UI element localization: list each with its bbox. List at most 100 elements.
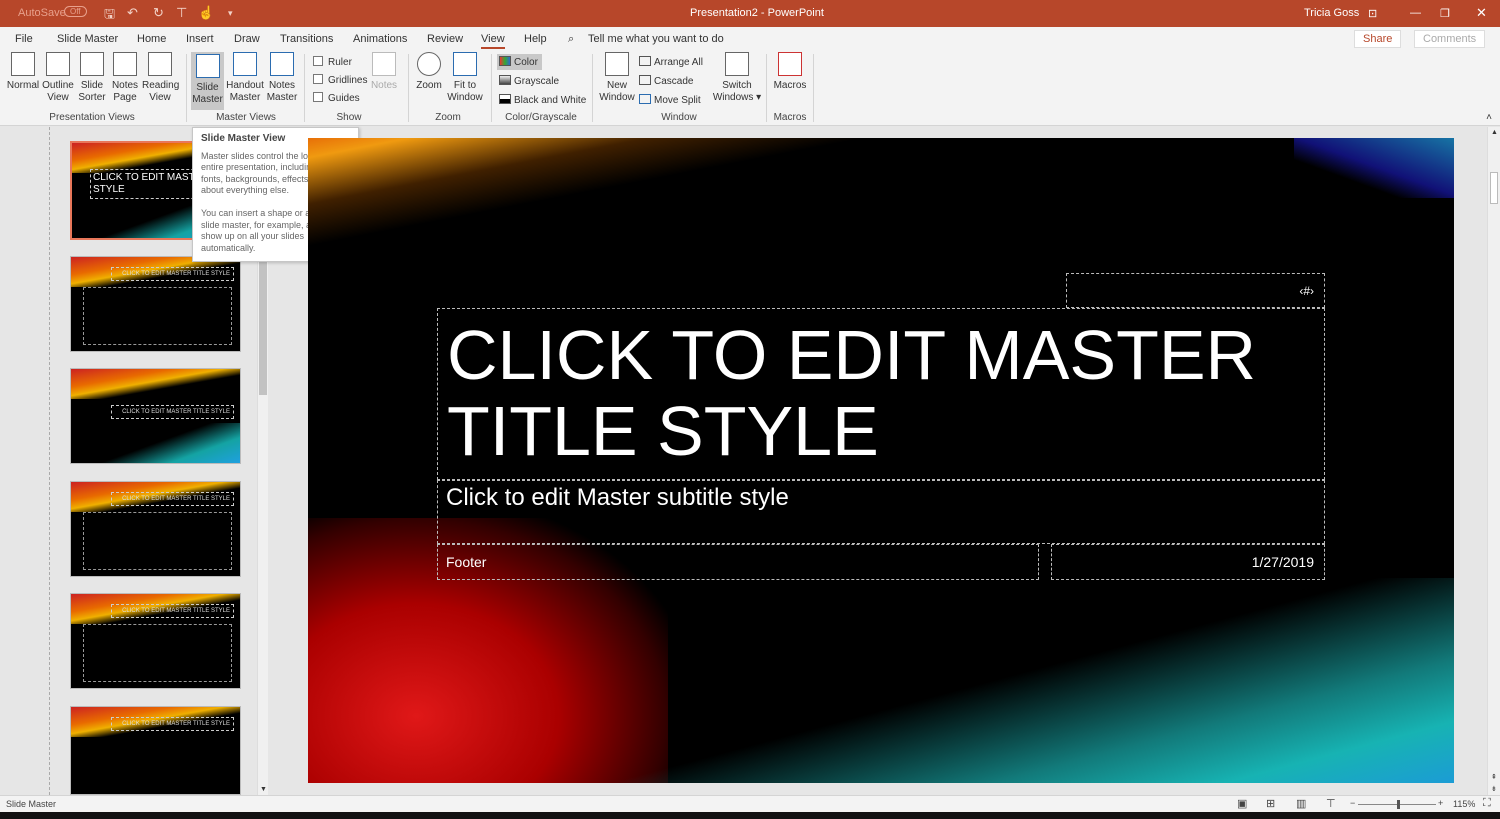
date-placeholder[interactable]: 1/27/2019 bbox=[1051, 544, 1325, 580]
tab-file[interactable]: File bbox=[15, 33, 33, 45]
color-button[interactable]: Color bbox=[497, 54, 542, 70]
label: Move Split bbox=[654, 95, 701, 106]
label: Normal bbox=[6, 80, 40, 91]
switch-windows-icon bbox=[725, 52, 749, 76]
zoom-slider-thumb[interactable] bbox=[1397, 800, 1400, 809]
arrange-all-button[interactable]: Arrange All bbox=[639, 56, 703, 68]
notes-button[interactable]: Notes bbox=[370, 50, 398, 92]
tab-help[interactable]: Help bbox=[524, 33, 547, 45]
user-name[interactable]: Tricia Goss bbox=[1304, 7, 1359, 19]
macros-button[interactable]: Macros bbox=[772, 50, 808, 92]
grayscale-icon bbox=[499, 75, 511, 85]
outline-view-button[interactable]: Outline View bbox=[42, 50, 74, 104]
subtitle-placeholder[interactable]: Click to edit Master subtitle style bbox=[437, 480, 1325, 544]
scroll-down-icon[interactable]: ▼ bbox=[260, 786, 267, 793]
normal-view-icon[interactable]: ▣ bbox=[1237, 797, 1247, 810]
autosave-toggle[interactable]: Off bbox=[64, 6, 87, 17]
cascade-icon bbox=[639, 75, 651, 85]
redo-icon[interactable]: ↻ bbox=[153, 5, 164, 21]
thumb-title: CLICK TO EDIT MASTER TITLE STYLE bbox=[111, 267, 234, 281]
divider bbox=[766, 54, 767, 122]
layout-thumbnail[interactable]: CLICK TO EDIT MASTER TITLE STYLE bbox=[70, 256, 241, 352]
thumb-title: CLICK TO EDIT MASTER TITLE STYLE bbox=[111, 492, 234, 506]
tab-home[interactable]: Home bbox=[137, 33, 166, 45]
black-and-white-button[interactable]: Black and White bbox=[499, 94, 586, 106]
divider bbox=[491, 54, 492, 122]
zoom-button[interactable]: Zoom bbox=[414, 50, 444, 92]
color-icon bbox=[499, 56, 511, 66]
zoom-in-button[interactable]: + bbox=[1438, 798, 1443, 808]
layout-thumbnail[interactable]: CLICK TO EDIT MASTER TITLE STYLE bbox=[70, 368, 241, 464]
slideshow-icon[interactable]: ⊤ bbox=[1326, 797, 1336, 810]
present-icon[interactable]: ⊤ bbox=[176, 5, 187, 21]
tab-slide-master[interactable]: Slide Master bbox=[57, 33, 118, 45]
collapse-ribbon-icon[interactable]: ˄ bbox=[1486, 112, 1492, 123]
main-scrollbar[interactable]: ▲ ⇞ ⇟ bbox=[1487, 127, 1500, 795]
grayscale-button[interactable]: Grayscale bbox=[499, 75, 559, 87]
undo-icon[interactable]: ↶ bbox=[127, 5, 138, 21]
zoom-out-button[interactable]: − bbox=[1350, 798, 1355, 808]
tab-view[interactable]: View bbox=[481, 33, 505, 49]
slide-sorter-button[interactable]: Slide Sorter bbox=[77, 50, 107, 104]
gridlines-checkbox[interactable]: Gridlines bbox=[313, 74, 367, 86]
notes-icon bbox=[372, 52, 396, 76]
fit-slide-icon[interactable]: ⛶ bbox=[1483, 797, 1491, 810]
ruler-checkbox[interactable]: Ruler bbox=[313, 56, 352, 68]
layout-thumbnail[interactable]: CLICK TO EDIT MASTER TITLE STYLE bbox=[70, 706, 241, 795]
ribbon-display-icon[interactable]: ⊡ bbox=[1368, 7, 1377, 20]
group-label: Show bbox=[336, 112, 362, 123]
search-icon: ⌕ bbox=[568, 33, 575, 45]
tab-animations[interactable]: Animations bbox=[353, 33, 407, 45]
tab-review[interactable]: Review bbox=[427, 33, 463, 45]
scroll-thumb[interactable] bbox=[1490, 172, 1498, 204]
cascade-button[interactable]: Cascade bbox=[639, 75, 693, 87]
footer-placeholder[interactable]: Footer bbox=[437, 544, 1039, 580]
divider bbox=[408, 54, 409, 122]
label: Notes bbox=[268, 80, 296, 91]
normal-view-icon bbox=[11, 52, 35, 76]
guides-checkbox[interactable]: Guides bbox=[313, 92, 360, 104]
reading-view-button[interactable]: Reading View bbox=[142, 50, 179, 104]
move-split-button[interactable]: Move Split bbox=[639, 94, 701, 106]
fit-to-window-button[interactable]: Fit to Window bbox=[446, 50, 484, 104]
slide-sorter-icon[interactable]: ⊞ bbox=[1266, 797, 1275, 810]
previous-slide-icon[interactable]: ⇞ bbox=[1491, 773, 1497, 781]
label: Handout bbox=[226, 80, 264, 91]
zoom-level[interactable]: 115% bbox=[1453, 799, 1475, 809]
slide-sorter-icon bbox=[80, 52, 104, 76]
share-button[interactable]: Share bbox=[1354, 30, 1402, 48]
slide-number-placeholder[interactable]: ‹#› bbox=[1066, 273, 1325, 308]
notes-page-button[interactable]: Notes Page bbox=[110, 50, 140, 104]
layout-thumbnail[interactable]: CLICK TO EDIT MASTER TITLE STYLE bbox=[70, 481, 241, 577]
layout-thumbnail[interactable]: CLICK TO EDIT MASTER TITLE STYLE bbox=[70, 593, 241, 689]
normal-view-button[interactable]: Normal bbox=[6, 50, 40, 92]
reading-view-icon[interactable]: ▥ bbox=[1296, 797, 1306, 810]
switch-windows-button[interactable]: Switch Windows ▾ bbox=[712, 50, 762, 104]
comments-button[interactable]: Comments bbox=[1414, 30, 1486, 48]
tell-me-search[interactable]: Tell me what you want to do bbox=[588, 33, 724, 45]
ribbon-tabs: File Slide Master Home Insert Draw Trans… bbox=[0, 27, 1500, 50]
zoom-slider[interactable] bbox=[1358, 800, 1436, 809]
tab-draw[interactable]: Draw bbox=[234, 33, 260, 45]
close-icon[interactable]: ✕ bbox=[1476, 5, 1487, 21]
notes-master-button[interactable]: Notes Master bbox=[266, 50, 298, 104]
label: View bbox=[47, 92, 69, 103]
group-label: Color/Grayscale bbox=[505, 112, 577, 123]
label: Master bbox=[192, 94, 223, 105]
taskbar bbox=[0, 812, 1500, 819]
minimize-icon[interactable]: — bbox=[1410, 7, 1421, 19]
restore-icon[interactable]: ❐ bbox=[1440, 7, 1450, 20]
title-placeholder[interactable]: CLICK TO EDIT MASTER TITLE STYLE bbox=[437, 308, 1325, 480]
new-window-button[interactable]: New Window bbox=[598, 50, 636, 104]
slide-master-button[interactable]: Slide Master bbox=[191, 52, 224, 110]
next-slide-icon[interactable]: ⇟ bbox=[1491, 785, 1497, 793]
tab-insert[interactable]: Insert bbox=[186, 33, 214, 45]
slide-canvas[interactable]: ‹#› CLICK TO EDIT MASTER TITLE STYLE Cli… bbox=[308, 138, 1454, 783]
touch-mode-icon[interactable]: ☝ bbox=[198, 5, 214, 21]
scroll-up-icon[interactable]: ▲ bbox=[1491, 129, 1498, 136]
handout-master-button[interactable]: Handout Master bbox=[226, 50, 264, 104]
tab-transitions[interactable]: Transitions bbox=[280, 33, 333, 45]
save-icon[interactable]: 🖫 bbox=[104, 5, 115, 27]
label: Cascade bbox=[654, 76, 694, 87]
customize-qat-icon[interactable]: ▾ bbox=[228, 8, 233, 19]
